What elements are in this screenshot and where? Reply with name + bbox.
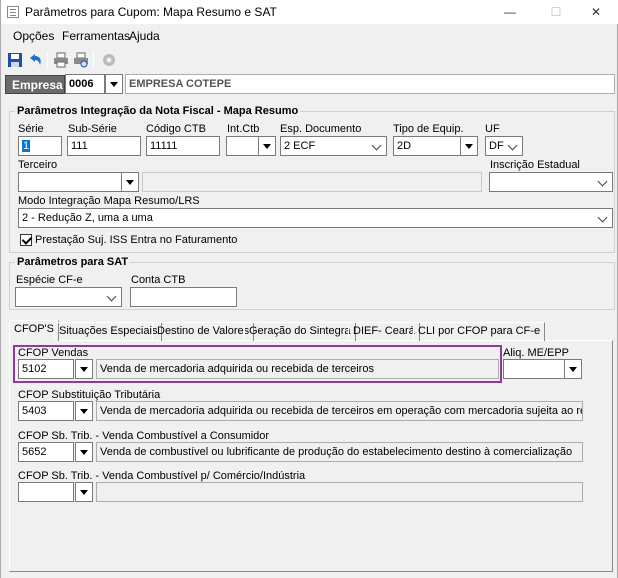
serie-input[interactable]: 1 [18, 136, 62, 156]
uf-value: DF [489, 140, 504, 152]
menu-ajuda[interactable]: Ajuda [129, 29, 160, 43]
parametros-cupom-window: Parâmetros para Cupom: Mapa Resumo e SAT… [0, 0, 618, 578]
tipo-equip-label: Tipo de Equip. [393, 123, 464, 135]
aliq-me-epp-dropdown-button[interactable] [564, 359, 582, 379]
highlight-box [13, 345, 502, 383]
chevron-down-icon [596, 173, 612, 191]
toolbar-separator [47, 51, 48, 69]
save-icon[interactable] [7, 52, 23, 68]
menu-bar: Opções Ferramentas Ajuda [1, 26, 618, 46]
terceiro-name-field [142, 172, 482, 192]
toolbar-separator [93, 51, 94, 69]
uf-select[interactable]: DF [485, 136, 523, 156]
conta-ctb-input[interactable] [130, 287, 237, 307]
aliq-me-epp-label: Aliq. ME/EPP [503, 347, 570, 359]
uf-label: UF [485, 123, 500, 135]
inscricao-estadual-select[interactable] [489, 172, 613, 192]
tab-destino-valores[interactable]: Destino de Valores [152, 322, 255, 341]
cfop-comb-consumidor-description: Venda de combustível ou lubrificante de … [96, 442, 583, 462]
cfop-comb-comercio-dropdown-button[interactable] [75, 482, 93, 502]
title-bar: Parâmetros para Cupom: Mapa Resumo e SAT… [1, 0, 618, 24]
empresa-dropdown-button[interactable] [105, 74, 123, 94]
settings-icon[interactable] [101, 52, 117, 68]
terceiro-input[interactable] [18, 172, 122, 192]
tab-dief-ceara[interactable]: DIEF- Ceará [348, 322, 420, 341]
terceiro-label: Terceiro [18, 159, 58, 171]
serie-label: Série [18, 123, 44, 135]
minimize-button[interactable]: — [487, 0, 533, 24]
cfop-subst-trib-label: CFOP Substituição Tributária [18, 389, 161, 401]
menu-opcoes[interactable]: Opções [13, 29, 54, 43]
conta-ctb-label: Conta CTB [131, 274, 186, 286]
inscricao-estadual-label: Inscrição Estadual [490, 159, 580, 171]
int-ctb-label: Int.Ctb [227, 123, 260, 135]
cfop-subst-trib-description: Venda de mercadoria adquirida ou recebid… [96, 401, 583, 421]
cfop-comb-consumidor-label: CFOP Sb. Trib. - Venda Combustível a Con… [18, 430, 270, 442]
tipo-equip-input[interactable]: 2D [393, 136, 461, 156]
codigo-ctb-label: Código CTB [146, 123, 206, 135]
subserie-label: Sub-Série [68, 123, 117, 135]
sat-title: Parâmetros para SAT [15, 256, 131, 268]
print-preview-icon[interactable] [73, 52, 89, 68]
modo-integracao-select[interactable]: 2 - Redução Z, uma a uma [18, 208, 613, 228]
tab-cli-cfop-cfe[interactable]: CLI por CFOP para CF-e [413, 322, 546, 341]
mapa-resumo-title: Parâmetros Integração da Nota Fiscal - M… [15, 105, 301, 117]
app-icon [7, 6, 19, 18]
prestacao-iss-checkbox[interactable] [20, 234, 32, 246]
cfop-comb-consumidor-dropdown-button[interactable] [75, 442, 93, 462]
codigo-ctb-input[interactable]: 11111 [146, 136, 220, 156]
cfop-subst-trib-code-input[interactable]: 5403 [18, 401, 74, 421]
empresa-label: Empresa [5, 75, 65, 94]
undo-icon[interactable] [27, 52, 43, 68]
chevron-down-icon [596, 209, 612, 227]
int-ctb-dropdown-button[interactable] [258, 136, 276, 156]
toolbar [1, 48, 618, 72]
chevron-down-icon [370, 137, 386, 155]
close-button[interactable]: ✕ [573, 0, 618, 24]
tab-situacoes-especiais[interactable]: Situações Especiais [54, 322, 163, 341]
tipo-equip-dropdown-button[interactable] [460, 136, 478, 156]
cfop-comb-comercio-description [96, 482, 583, 502]
especie-cfe-select[interactable] [15, 287, 122, 307]
serie-value: 1 [22, 140, 31, 152]
esp-documento-select[interactable]: 2 ECF [280, 136, 387, 156]
tab-cfops[interactable]: CFOP'S [9, 320, 59, 341]
empresa-name-field: EMPRESA COTEPE [125, 74, 615, 94]
empresa-code-field[interactable]: 0006 [65, 74, 105, 94]
terceiro-dropdown-button[interactable] [121, 172, 139, 192]
print-icon[interactable] [53, 52, 69, 68]
esp-documento-label: Esp. Documento [280, 123, 362, 135]
modo-integracao-value: 2 - Redução Z, uma a uma [22, 212, 153, 224]
window-title: Parâmetros para Cupom: Mapa Resumo e SAT [25, 5, 277, 19]
especie-cfe-label: Espécie CF-e [16, 274, 83, 286]
menu-ferramentas[interactable]: Ferramentas [62, 29, 130, 43]
cfop-comb-comercio-code-input[interactable] [18, 482, 74, 502]
subserie-input[interactable]: 111 [67, 136, 141, 156]
chevron-down-icon [506, 137, 522, 155]
aliq-me-epp-input[interactable] [503, 359, 573, 379]
cfop-comb-consumidor-code-input[interactable]: 5652 [18, 442, 74, 462]
chevron-down-icon [105, 288, 121, 306]
tab-geracao-sintegra[interactable]: Geração do Sintegra [244, 322, 356, 341]
modo-integracao-label: Modo Integração Mapa Resumo/LRS [18, 195, 200, 207]
int-ctb-input[interactable] [226, 136, 260, 156]
prestacao-iss-label: Prestação Suj. ISS Entra no Faturamento [35, 234, 238, 246]
cfop-subst-trib-dropdown-button[interactable] [75, 401, 93, 421]
cfop-comb-comercio-label: CFOP Sb. Trib. - Venda Combustível p/ Co… [18, 470, 306, 482]
esp-documento-value: 2 ECF [284, 140, 316, 152]
